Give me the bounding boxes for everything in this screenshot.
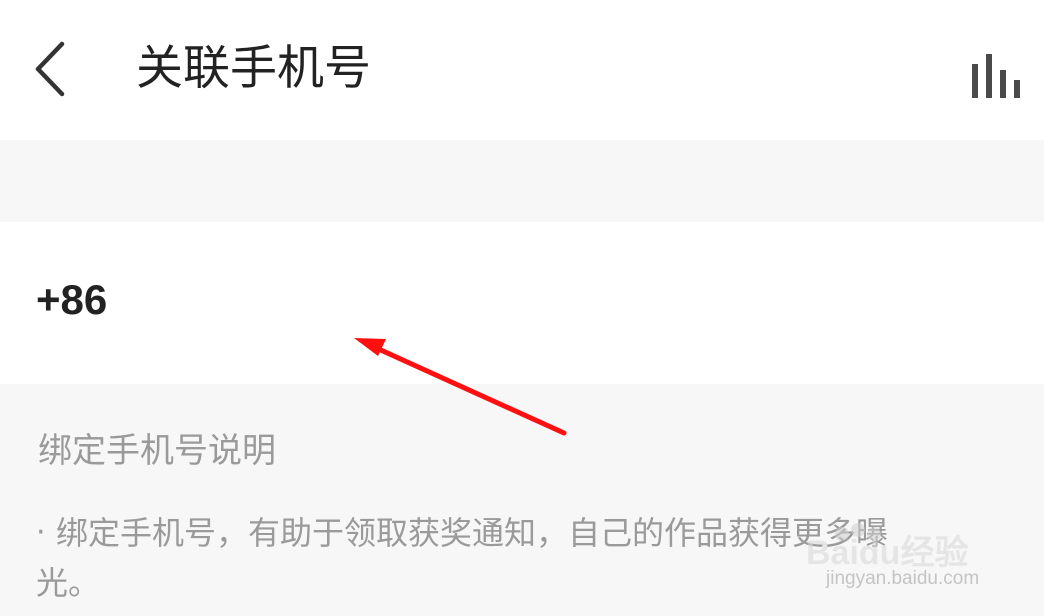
stats-button[interactable]	[966, 50, 1030, 102]
country-code-selector[interactable]: +86	[36, 272, 107, 328]
page-title: 关联手机号	[136, 41, 371, 96]
bar-chart-icon	[972, 54, 1020, 98]
section-spacer	[0, 140, 1044, 222]
description-title: 绑定手机号说明	[38, 431, 276, 471]
phone-number-input[interactable]	[150, 262, 1014, 344]
chevron-left-icon	[35, 41, 65, 97]
bullet-dot: ·	[36, 515, 46, 550]
description-text-continued: 光。	[36, 564, 101, 602]
watermark-url: jingyan.baidu.com	[826, 568, 980, 589]
description-text: 绑定手机号，有助于领取获奖通知，自己的作品获得更多曝	[56, 514, 889, 552]
back-button[interactable]	[22, 36, 82, 102]
